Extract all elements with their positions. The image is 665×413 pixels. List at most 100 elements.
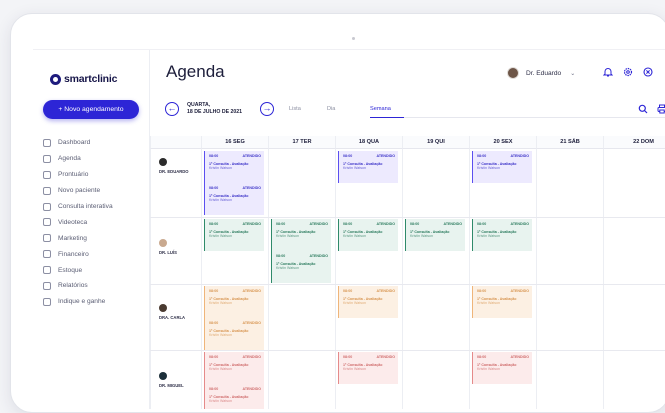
appointment-time: 08:00	[209, 186, 219, 190]
appointment-patient: Kristin Watson	[477, 234, 501, 239]
appointment-status: ATENDIDO	[309, 222, 329, 226]
appointment-card[interactable]: 08:00 ATENDIDO 1ª Consulta - Avaliação Kris…	[472, 352, 532, 384]
appointment-status: ATENDIDO	[309, 254, 329, 258]
appointment-status: ATENDIDO	[443, 222, 463, 226]
appointment-card[interactable]: 08:00 ATENDIDO 1ª Consulta - Avaliação Kris…	[204, 286, 264, 318]
new-appointment-button[interactable]: + Novo agendamento	[43, 100, 139, 119]
appointment-time: 08:00	[276, 222, 286, 226]
row-divider	[150, 350, 665, 351]
doctor-name: DRA. CARLA	[159, 315, 186, 320]
appointment-card[interactable]: 08:00 ATENDIDO 1ª Consulta - Avaliação Kris…	[271, 219, 331, 251]
appointment-patient: Kristin Watson	[276, 266, 300, 271]
appointment-time: 08:00	[209, 387, 219, 391]
video-icon	[43, 218, 51, 227]
appointment-status: ATENDIDO	[242, 387, 262, 391]
column-header-day: 16 SEG	[201, 136, 268, 149]
sidebar-item-8[interactable]: Estoque	[43, 262, 113, 278]
current-date: QUARTA, 18 DE JULHO DE 2021	[187, 102, 242, 115]
appointment-card[interactable]: 08:00 ATENDIDO 1ª Consulta - Avaliação Kris…	[338, 352, 398, 384]
user-menu[interactable]: Dr. Eduardo ⌄	[507, 67, 575, 79]
row-divider	[150, 217, 665, 218]
print-icon[interactable]	[655, 102, 665, 116]
appointment-card[interactable]: 08:00 ATENDIDO 1ª Consulta - Avaliação Kris…	[204, 183, 264, 215]
sidebar-item-label: Videoteca	[58, 218, 88, 226]
appointment-patient: Kristin Watson	[477, 367, 501, 372]
appointment-status: ATENDIDO	[376, 154, 396, 158]
appointment-time: 08:00	[410, 222, 420, 226]
appointment-header: 08:00 ATENDIDO	[209, 321, 261, 325]
gear-icon[interactable]	[621, 65, 635, 79]
calendar-icon	[43, 154, 51, 163]
appointment-card[interactable]: 08:00 ATENDIDO 1ª Consulta - Avaliação Kris…	[338, 219, 398, 251]
appointment-card[interactable]: 08:00 ATENDIDO 1ª Consulta - Avaliação Kris…	[338, 286, 398, 318]
appointment-status: ATENDIDO	[510, 222, 530, 226]
sidebar-item-5[interactable]: Videoteca	[43, 214, 113, 230]
appointment-card[interactable]: 08:00 ATENDIDO 1ª Consulta - Avaliação Kris…	[271, 251, 331, 283]
sidebar-item-10[interactable]: Indique e ganhe	[43, 294, 113, 310]
sidebar-item-9[interactable]: Relatórios	[43, 278, 113, 294]
appointment-card[interactable]: 08:00 ATENDIDO 1ª Consulta - Avaliação Kris…	[204, 352, 264, 384]
column-divider	[335, 149, 336, 409]
appointment-status: ATENDIDO	[242, 355, 262, 359]
appointment-status: ATENDIDO	[376, 222, 396, 226]
doctor-avatar	[159, 239, 167, 247]
avatar	[507, 67, 519, 79]
appointment-status: ATENDIDO	[510, 154, 530, 158]
appointment-card[interactable]: 08:00 ATENDIDO 1ª Consulta - Avaliação Kris…	[338, 151, 398, 183]
appointment-card[interactable]: 08:00 ATENDIDO 1ª Consulta - Avaliação Kris…	[472, 219, 532, 251]
column-divider	[402, 149, 403, 409]
logo-icon	[50, 73, 61, 85]
column-divider	[201, 149, 202, 409]
sidebar-item-7[interactable]: Financeiro	[43, 246, 113, 262]
appointment-time: 08:00	[343, 289, 353, 293]
tab-day[interactable]: Dia	[327, 106, 335, 112]
sidebar-item-1[interactable]: Agenda	[43, 151, 113, 167]
appointment-card[interactable]: 08:00 ATENDIDO 1ª Consulta - Avaliação Kris…	[204, 318, 264, 350]
appointment-card[interactable]: 08:00 ATENDIDO 1ª Consulta - Avaliação Kris…	[204, 219, 264, 251]
dollar-icon	[43, 250, 51, 259]
appointment-card[interactable]: 08:00 ATENDIDO 1ª Consulta - Avaliação Kris…	[472, 286, 532, 318]
appointment-card[interactable]: 08:00 ATENDIDO 1ª Consulta - Avaliação Kris…	[405, 219, 465, 251]
appointment-status: ATENDIDO	[242, 186, 262, 190]
tab-list[interactable]: Lista	[289, 106, 301, 112]
appointment-time: 08:00	[343, 222, 353, 226]
appointment-status: ATENDIDO	[242, 321, 262, 325]
appointment-patient: Kristin Watson	[209, 234, 233, 239]
appointment-patient: Kristin Watson	[343, 367, 367, 372]
sidebar-item-4[interactable]: Consulta interativa	[43, 199, 113, 215]
bell-icon[interactable]	[601, 65, 615, 79]
column-divider	[268, 149, 269, 409]
doctor-row-label: DR. EDUARDO	[159, 158, 189, 175]
appointment-header: 08:00 ATENDIDO	[209, 387, 261, 391]
sidebar-item-label: Consulta interativa	[58, 203, 113, 210]
appointment-status: ATENDIDO	[510, 289, 530, 293]
main-content: Agenda Dr. Eduardo ⌄ ← QUARTA, 18 DE JUL…	[150, 50, 665, 409]
document-icon	[43, 170, 51, 179]
appointment-card[interactable]: 08:00 ATENDIDO 1ª Consulta - Avaliação Kris…	[472, 151, 532, 183]
appointment-patient: Kristin Watson	[343, 301, 367, 306]
column-header-empty	[150, 136, 201, 149]
doctor-row-label: DR. MIGUEL	[159, 372, 184, 389]
sidebar-item-3[interactable]: Novo paciente	[43, 183, 113, 199]
next-date-button[interactable]: →	[260, 102, 274, 116]
appointment-time: 08:00	[477, 289, 487, 293]
appointment-time: 08:00	[209, 355, 219, 359]
tab-week[interactable]: Semana	[370, 106, 391, 112]
sidebar-item-0[interactable]: Dashboard	[43, 135, 113, 151]
column-header-day: 18 QUA	[335, 136, 402, 149]
clock-icon	[43, 281, 51, 290]
tablet-frame: smartclinic + Novo agendamento Dashboard…	[10, 13, 665, 413]
appointment-card[interactable]: 08:00 ATENDIDO 1ª Consulta - Avaliação Kris…	[204, 384, 264, 409]
sidebar-item-6[interactable]: Marketing	[43, 230, 113, 246]
appointment-time: 08:00	[477, 154, 487, 158]
prev-date-button[interactable]: ←	[165, 102, 179, 116]
appointment-time: 08:00	[343, 154, 353, 158]
appointment-patient: Kristin Watson	[477, 301, 501, 306]
appointment-header: 08:00 ATENDIDO	[343, 289, 395, 293]
logo: smartclinic	[50, 73, 117, 85]
sidebar-item-2[interactable]: Prontuário	[43, 167, 113, 183]
appointment-patient: Kristin Watson	[209, 198, 233, 203]
appointment-card[interactable]: 08:00 ATENDIDO 1ª Consulta - Avaliação Kris…	[204, 151, 264, 183]
search-icon[interactable]	[636, 102, 650, 116]
close-circle-icon[interactable]	[641, 65, 655, 79]
